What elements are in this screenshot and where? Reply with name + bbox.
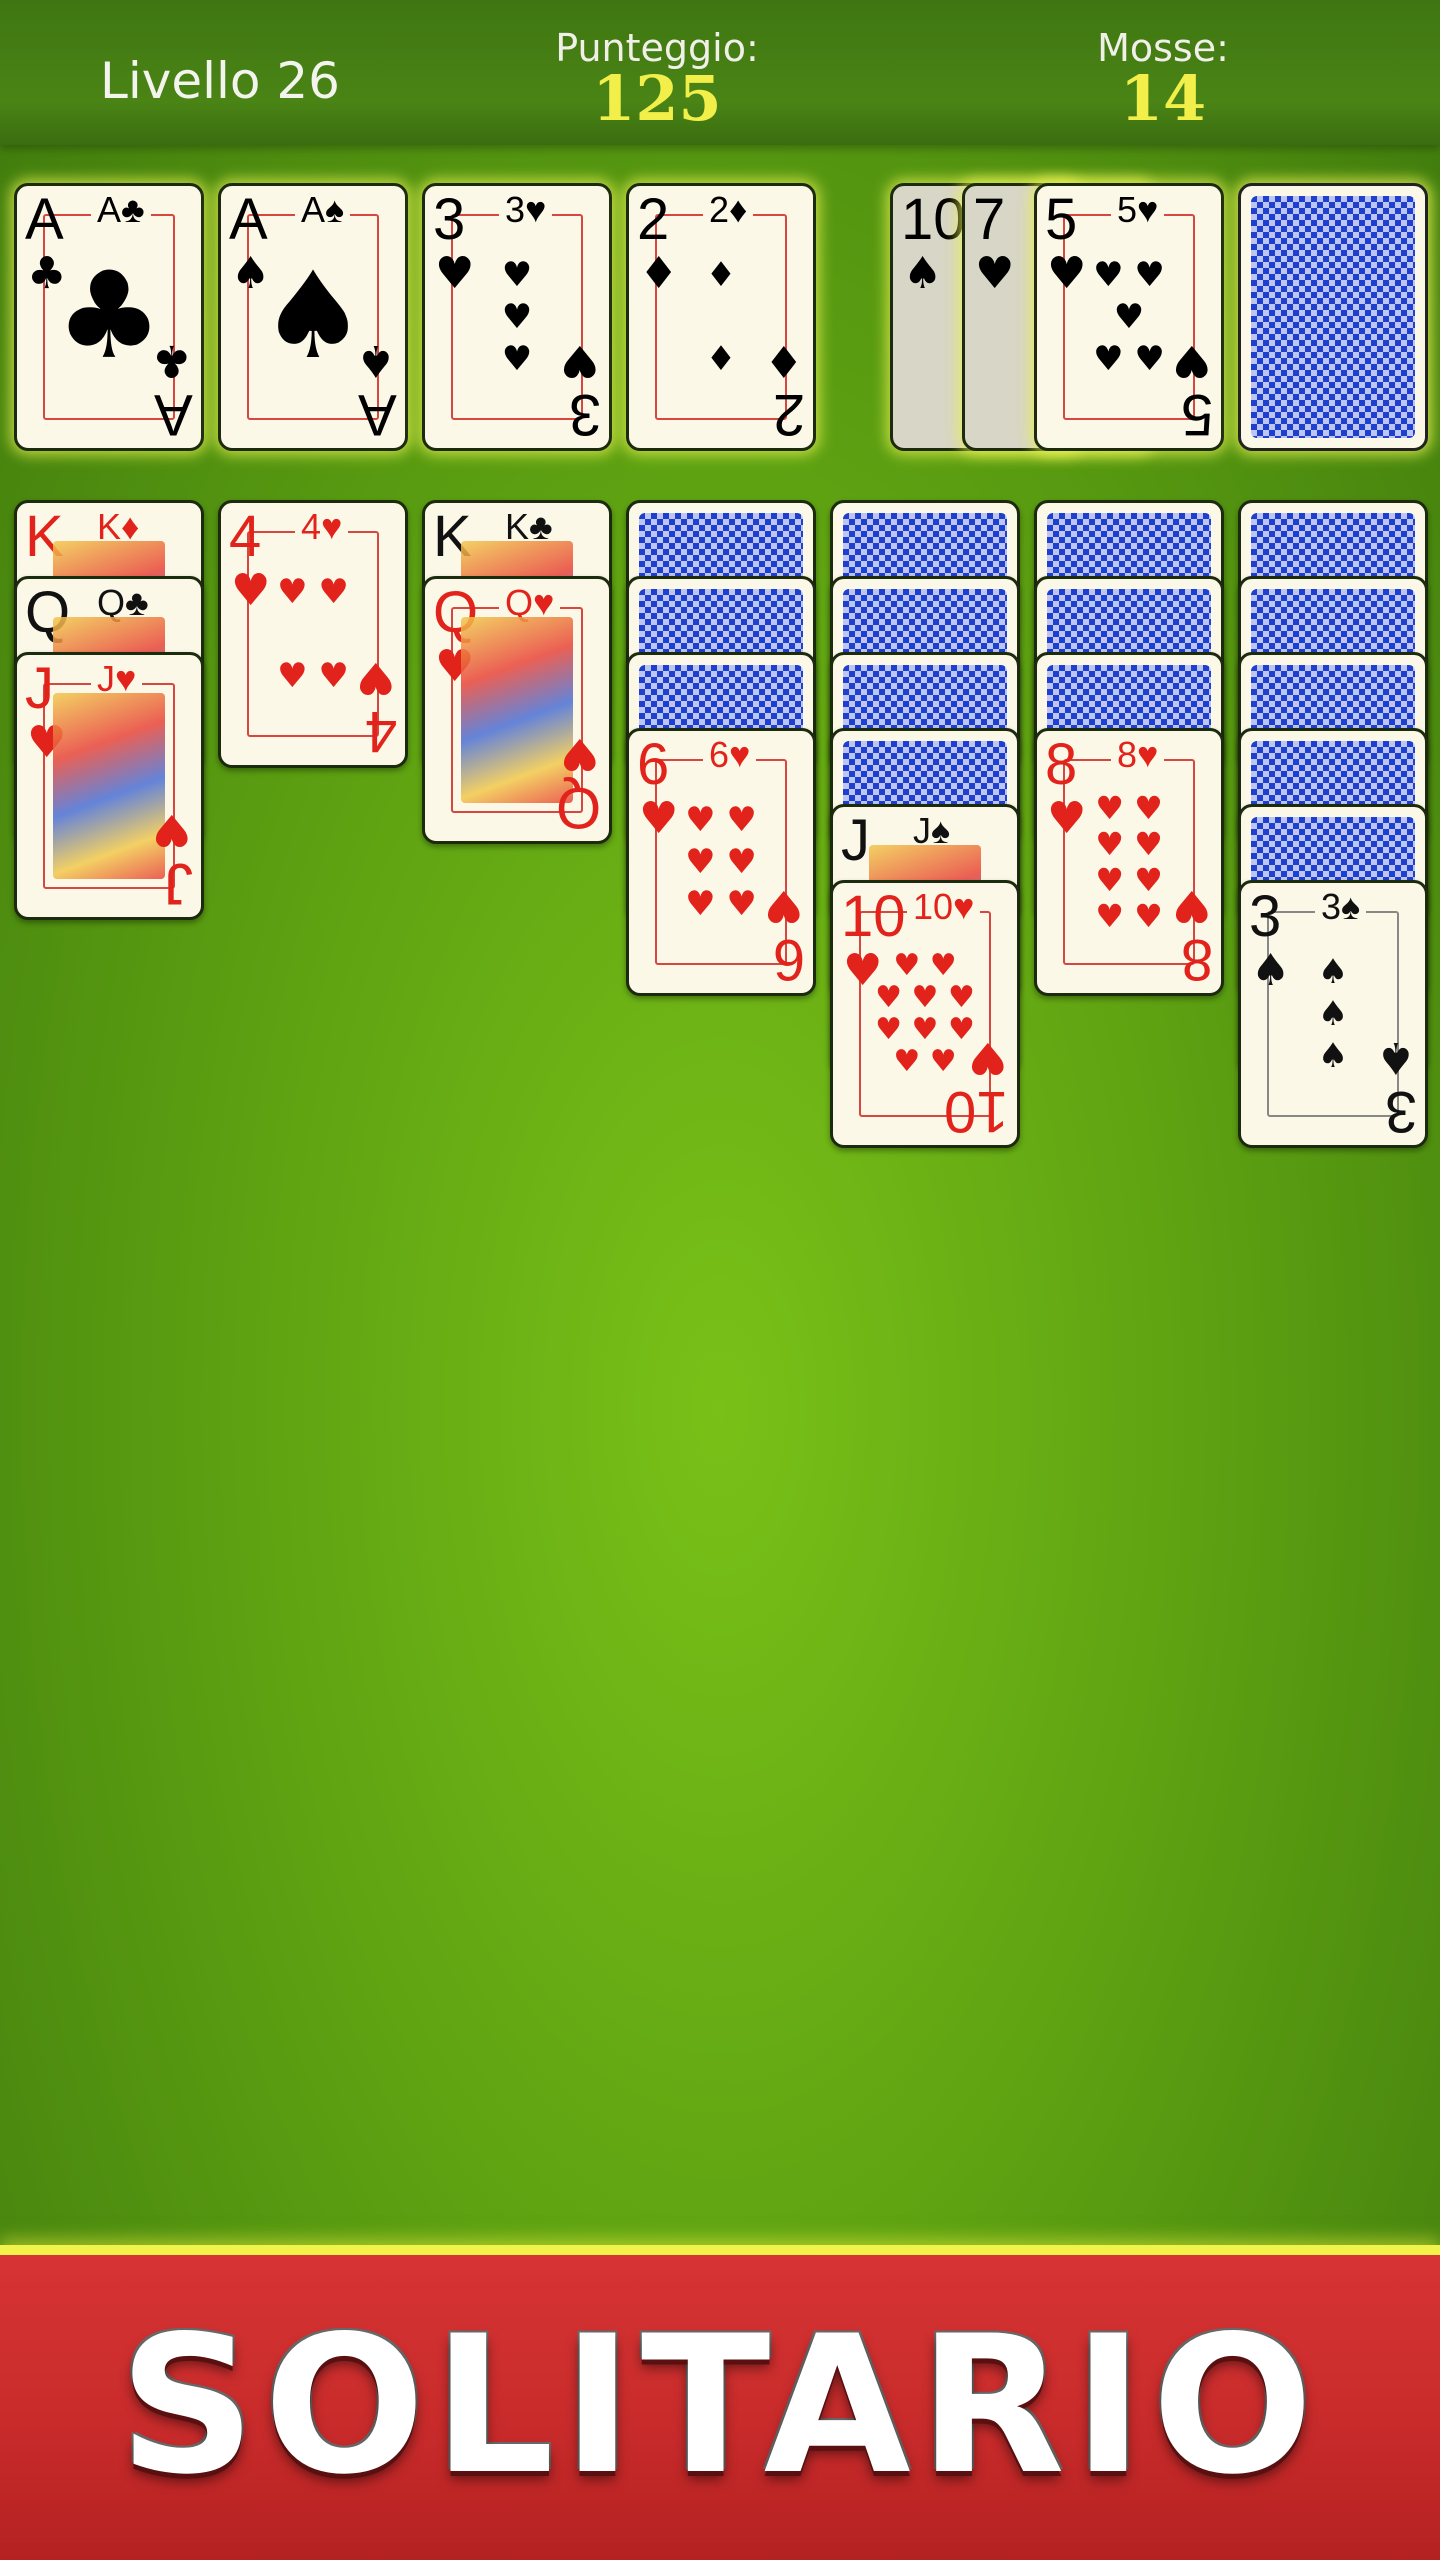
- card-rank-inverted: 2: [772, 382, 805, 447]
- card-mini-index: 5♥: [1111, 190, 1165, 230]
- card-rank-inverted: A: [154, 382, 193, 447]
- card-rank-inverted: A: [358, 382, 397, 447]
- card-rank: 7: [973, 187, 1006, 252]
- card-pips: ♥ ♥ ♥: [501, 255, 533, 379]
- card-rank: J: [25, 656, 54, 721]
- card-mini-index: 3♥: [499, 190, 553, 230]
- card-rank-inverted: 6: [772, 927, 805, 992]
- card-mini-index: A♣: [91, 190, 151, 230]
- card-pips: ♥ ♥ ♥ ♥ ♥ ♥: [685, 800, 757, 924]
- card-rank-inverted: 3: [568, 382, 601, 447]
- card-suit-icon: ♥: [559, 728, 599, 779]
- card-mini-index: 6♥: [703, 735, 757, 775]
- card-rank: 3: [1249, 884, 1282, 949]
- tableau-5-card-2[interactable]: 10 10♥ ♥ ♥ ♥ ♥ ♥ ♥ ♥ ♥ ♥ ♥ ♥ ♥ 10: [830, 880, 1020, 1148]
- card-rank: 6: [637, 732, 670, 797]
- jack-portrait-icon: [53, 693, 165, 879]
- card-suit-icon: ♦: [763, 335, 803, 386]
- card-suit-icon: ♣: [151, 335, 191, 386]
- card-rank-inverted: 8: [1180, 927, 1213, 992]
- card-pips: ♥ ♥ ♥ ♥ ♥ ♥ ♥ ♥ ♥ ♥: [875, 948, 975, 1079]
- card-suit-icon: ♥: [1171, 335, 1211, 386]
- card-back-pattern: [1251, 196, 1415, 438]
- game-title: SOLITARIO: [118, 2295, 1322, 2516]
- card-pips: ♥ ♥ ♥ ♥ ♥: [1093, 255, 1165, 379]
- title-banner: SOLITARIO: [0, 2245, 1440, 2560]
- card-rank: 2: [637, 187, 670, 252]
- foundation-pile-1[interactable]: A A♣ ♣ ♣ ♣ A: [14, 183, 204, 451]
- card-pips: ♠ ♠ ♠: [1317, 952, 1349, 1076]
- score-display: Punteggio: 125: [527, 26, 787, 135]
- stock-pile[interactable]: [1238, 183, 1428, 451]
- moves-value: 14: [1119, 62, 1207, 135]
- foundation-pile-3[interactable]: 3 3♥ ♥ ♥ ♥ ♥ ♥ 3: [422, 183, 612, 451]
- tableau-3-card-2[interactable]: Q Q♥ ♥ ♥ Q: [422, 576, 612, 844]
- card-mini-index: 3♠: [1315, 887, 1367, 927]
- card-suit-icon: ♥: [151, 804, 191, 855]
- card-rank: A: [229, 187, 268, 252]
- card-suit-icon: ♥: [355, 652, 395, 703]
- card-suit-icon: ♥: [763, 880, 803, 931]
- card-mini-index: A♠: [295, 190, 351, 230]
- card-rank-inverted: Q: [555, 775, 601, 840]
- card-suit-icon: ♥: [559, 335, 599, 386]
- card-rank-inverted: 4: [364, 699, 397, 764]
- card-rank: 10: [901, 187, 966, 252]
- tableau-1-card-3[interactable]: J J♥ ♥ ♥ J: [14, 652, 204, 920]
- card-rank-inverted: J: [164, 851, 193, 916]
- card-suit-icon: ♥: [967, 1032, 1007, 1083]
- card-suit-icon: ♥: [975, 248, 1015, 299]
- card-suit-icon: ♥: [1171, 880, 1211, 931]
- foundation-pile-4[interactable]: 2 2♦ ♦ ♦ ♦ ♦ 2: [626, 183, 816, 451]
- moves-display: Mosse: 14: [1033, 26, 1293, 135]
- card-pips: ♥ ♥ ♥ ♥: [277, 572, 349, 696]
- card-rank: 4: [229, 504, 262, 569]
- card-rank-inverted: 3: [1384, 1079, 1417, 1144]
- card-center-suit-icon: ♠: [259, 247, 367, 386]
- card-pips: ♥ ♥ ♥ ♥ ♥ ♥ ♥ ♥: [1095, 789, 1163, 935]
- card-pips: ♦ ♦: [705, 255, 737, 379]
- card-rank: 8: [1045, 732, 1078, 797]
- tableau-6-card-1[interactable]: 8 8♥ ♥ ♥ ♥ ♥ ♥ ♥ ♥ ♥ ♥ ♥ 8: [1034, 728, 1224, 996]
- card-rank-inverted: 10: [944, 1079, 1009, 1144]
- card-suit-icon: ♠: [355, 335, 395, 386]
- foundation-pile-2[interactable]: A A♠ ♠ ♠ ♠ A: [218, 183, 408, 451]
- card-rank: 3: [433, 187, 466, 252]
- score-value: 125: [592, 62, 722, 135]
- card-rank: A: [25, 187, 64, 252]
- card-suit-icon: ♠: [903, 248, 943, 299]
- card-mini-index: 4♥: [295, 507, 349, 547]
- card-rank-inverted: 5: [1180, 382, 1213, 447]
- tableau-7-card-1[interactable]: 3 3♠ ♠ ♠ ♠ ♠ ♠ 3: [1238, 880, 1428, 1148]
- card-mini-index: 10♥: [907, 887, 981, 927]
- card-mini-index: 8♥: [1111, 735, 1165, 775]
- top-bar: Livello 26 Punteggio: 125 Mosse: 14: [0, 0, 1440, 145]
- card-rank: 5: [1045, 187, 1078, 252]
- card-rank: J: [841, 808, 870, 873]
- level-indicator: Livello 26: [100, 52, 340, 110]
- tableau-4-card-1[interactable]: 6 6♥ ♥ ♥ ♥ ♥ ♥ ♥ ♥ ♥ 6: [626, 728, 816, 996]
- card-rank: 10: [841, 884, 906, 949]
- waste-top-card[interactable]: 5 5♥ ♥ ♥ ♥ ♥ ♥ ♥ ♥ 5: [1034, 183, 1224, 451]
- card-mini-index: 2♦: [703, 190, 754, 230]
- card-suit-icon: ♠: [1375, 1032, 1415, 1083]
- tableau-2-card-1[interactable]: 4 4♥ ♥ ♥ ♥ ♥ ♥ ♥ 4: [218, 500, 408, 768]
- card-center-suit-icon: ♣: [55, 247, 163, 386]
